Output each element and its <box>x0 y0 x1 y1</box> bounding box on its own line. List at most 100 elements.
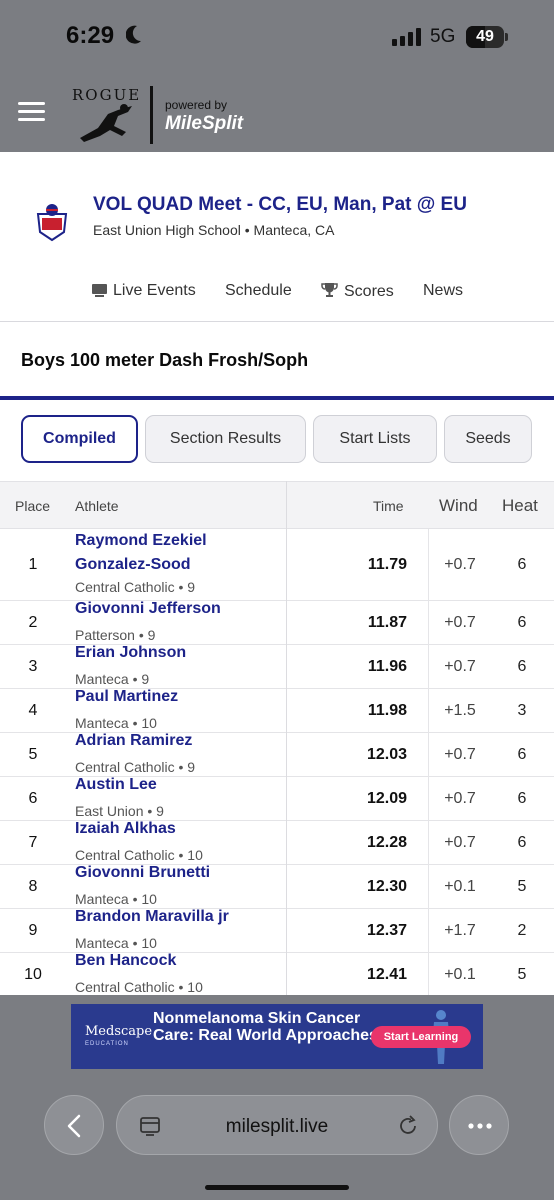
meet-header: VOL QUAD Meet - CC, EU, Man, Pat @ EU Ea… <box>0 152 554 322</box>
athlete-team: Central Catholic • 10 <box>75 979 203 995</box>
battery-nub <box>505 33 508 41</box>
place-cell: 2 <box>28 614 38 631</box>
meet-location: East Union High School • Manteca, CA <box>93 222 335 238</box>
status-time: 6:29 <box>66 22 115 49</box>
header-wind: Wind <box>439 496 478 515</box>
heat-cell: 6 <box>517 746 527 763</box>
table-row[interactable]: 8 Giovonni Brunetti 12.30 +0.1 5 Manteca • 10 <box>0 864 554 909</box>
table-row[interactable]: 6 Austin Lee 12.09 +0.7 6 East Union • 9 <box>0 776 554 821</box>
url-text: milesplit.live <box>225 1116 329 1137</box>
table-row[interactable]: 2 Giovonni Jefferson 11.87 +0.7 6 Patterson •… <box>0 600 554 645</box>
ad-brand: Medscape <box>85 1024 153 1039</box>
browser-toolbar: milesplit.live <box>0 1092 554 1162</box>
ad-headline: Nonmelanoma Skin Cancer Care: Real World… <box>153 1010 378 1044</box>
back-button[interactable] <box>44 1095 104 1155</box>
network-label: 5G <box>430 26 456 47</box>
athlete-name[interactable]: Ben Hancock <box>75 949 176 973</box>
header-place: Place <box>15 498 51 514</box>
runner-logo-icon <box>80 104 132 142</box>
place-cell: 4 <box>28 702 38 719</box>
rogue-milesplit-logo[interactable]: ROGUE powered by MileSplit <box>70 80 252 146</box>
status-bar: 6:29 5G 49 <box>0 0 554 70</box>
time-cell: 11.87 <box>367 614 407 631</box>
tab-compiled[interactable]: Compiled <box>21 415 138 463</box>
battery-level: 49 <box>476 28 494 45</box>
signal-icon <box>392 28 422 46</box>
reload-icon[interactable] <box>397 1115 419 1137</box>
nav-live-events[interactable]: Live Events <box>92 282 196 300</box>
time-cell: 11.98 <box>367 702 407 719</box>
heat-cell: 6 <box>517 614 527 631</box>
ad-cta-button[interactable]: Start Learning <box>371 1026 471 1048</box>
wind-cell: +1.5 <box>444 702 476 719</box>
time-cell: 12.03 <box>366 746 407 763</box>
athlete-name[interactable]: Raymond Ezekiel <box>75 529 207 553</box>
table-row[interactable]: 1 Raymond Ezekiel 11.79 +0.7 6 Gonzalez-Sood C… <box>0 529 554 601</box>
header-time: Time <box>373 498 404 514</box>
time-cell: 11.79 <box>367 556 407 573</box>
meet-nav: Live Events Schedule Scores News <box>0 282 554 304</box>
athlete-name[interactable]: Brandon Maravilla jr <box>75 905 229 929</box>
table-row[interactable]: 4 Paul Martinez 11.98 +1.5 3 Manteca • 10 <box>0 688 554 733</box>
table-header: Place Athlete Time Wind Heat <box>0 481 554 529</box>
athlete-name[interactable]: Adrian Ramirez <box>75 729 192 753</box>
athlete-name[interactable]: Giovonni Brunetti <box>75 861 210 885</box>
battery-indicator: 49 <box>466 26 504 48</box>
place-cell: 7 <box>28 834 38 851</box>
table-row[interactable]: 7 Izaiah Alkhas 12.28 +0.7 6 Central Catholic… <box>0 820 554 865</box>
table-row[interactable]: 5 Adrian Ramirez 12.03 +0.7 6 Central Catholi… <box>0 732 554 777</box>
athlete-team: Central Catholic • 9 <box>75 579 196 595</box>
athlete-name[interactable]: Austin Lee <box>75 773 157 797</box>
ad-banner[interactable]: Medscape EDUCATION Nonmelanoma Skin Canc… <box>71 1004 483 1069</box>
heat-cell: 6 <box>517 658 527 675</box>
tab-start-lists[interactable]: Start Lists <box>313 415 437 463</box>
nav-schedule[interactable]: Schedule <box>225 282 292 300</box>
meet-title[interactable]: VOL QUAD Meet - CC, EU, Man, Pat @ EU <box>93 194 467 216</box>
tab-seeds[interactable]: Seeds <box>444 415 532 463</box>
column-divider <box>286 481 287 995</box>
address-bar[interactable]: milesplit.live <box>116 1095 438 1155</box>
table-row[interactable]: 3 Erian Johnson 11.96 +0.7 6 Manteca • 9 <box>0 644 554 689</box>
more-button[interactable] <box>449 1095 509 1155</box>
heat-cell: 6 <box>517 834 527 851</box>
wind-cell: +0.7 <box>444 834 476 851</box>
milesplit-wordmark: MileSplit <box>165 113 244 134</box>
nav-scores[interactable]: Scores <box>321 282 394 301</box>
nav-news[interactable]: News <box>423 282 463 300</box>
wind-cell: +0.7 <box>444 658 476 675</box>
event-title: Boys 100 meter Dash Frosh/Soph <box>21 350 309 370</box>
place-cell: 8 <box>28 878 38 895</box>
time-cell: 12.28 <box>366 834 407 851</box>
hamburger-icon[interactable] <box>18 102 45 122</box>
time-cell: 12.30 <box>366 878 407 895</box>
header-athlete: Athlete <box>75 498 119 514</box>
athlete-name[interactable]: Erian Johnson <box>75 641 186 665</box>
nav-live-events-label: Live Events <box>113 282 196 299</box>
athlete-name[interactable]: Paul Martinez <box>75 685 178 709</box>
time-cell: 12.09 <box>366 790 407 807</box>
more-icon <box>468 1123 492 1129</box>
wind-cell: +0.1 <box>444 966 476 983</box>
time-cell: 11.96 <box>367 658 407 675</box>
header-heat: Heat <box>502 496 538 515</box>
place-cell: 5 <box>28 746 38 763</box>
athlete-name[interactable]: Izaiah Alkhas <box>75 817 176 841</box>
place-cell: 10 <box>24 966 42 983</box>
place-cell: 3 <box>28 658 38 675</box>
column-divider <box>428 529 429 995</box>
heat-cell: 3 <box>517 702 527 719</box>
wind-cell: +0.7 <box>444 556 476 573</box>
tab-section-results[interactable]: Section Results <box>145 415 306 463</box>
logo-divider <box>150 86 153 144</box>
back-icon <box>67 1114 81 1138</box>
heat-cell: 5 <box>517 878 527 895</box>
table-row[interactable]: 9 Brandon Maravilla jr 12.37 +1.7 2 Manteca •… <box>0 908 554 953</box>
table-row[interactable]: 10 Ben Hancock 12.41 +0.1 5 Central Catholic … <box>0 952 554 995</box>
athlete-name-line2[interactable]: Gonzalez-Sood <box>75 553 191 577</box>
place-cell: 9 <box>28 922 38 939</box>
ad-brand-sub: EDUCATION <box>85 1041 129 1047</box>
heat-cell: 6 <box>517 790 527 807</box>
nav-news-label: News <box>423 282 464 299</box>
live-events-icon <box>92 284 107 297</box>
athlete-name[interactable]: Giovonni Jefferson <box>75 597 221 621</box>
